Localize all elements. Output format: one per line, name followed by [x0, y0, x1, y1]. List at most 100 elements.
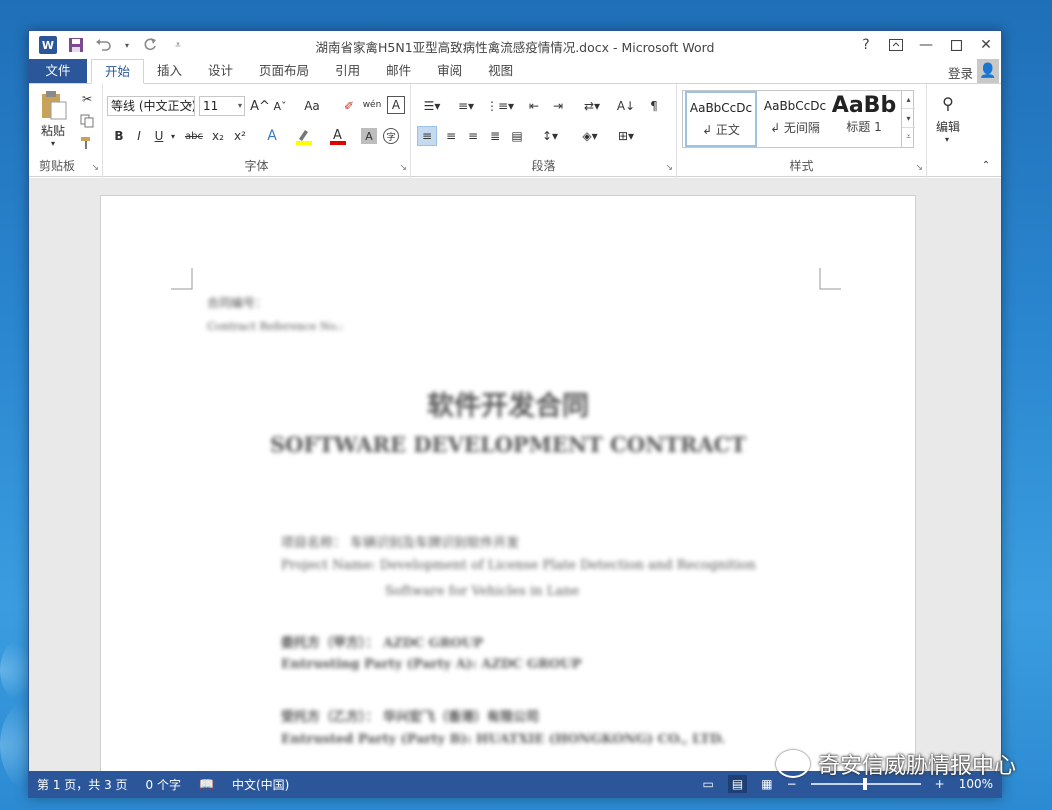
ribbon: 粘贴 ▾ ✂ 剪贴板 ↘ 等线 (中文正文) ▾ 11 ▾ A^ Aˇ Aa ✐ w	[29, 83, 1001, 178]
align-center-icon[interactable]: ≡	[441, 126, 461, 146]
binoculars-icon[interactable]: ⚲	[933, 90, 963, 116]
highlight-icon[interactable]	[293, 126, 315, 146]
chevron-down-icon: ▾	[237, 101, 242, 110]
styles-group: 样式 ↘	[677, 84, 927, 178]
borders-icon[interactable]: ⊞▾	[611, 126, 641, 146]
tab-design[interactable]: 设计	[195, 59, 246, 83]
superscript-button[interactable]: x²	[231, 126, 249, 146]
tab-mailings[interactable]: 邮件	[373, 59, 424, 83]
shrink-font-button[interactable]: Aˇ	[271, 96, 289, 116]
help-button[interactable]: ?	[851, 31, 881, 59]
shading-icon[interactable]: ◈▾	[575, 126, 605, 146]
character-border-button[interactable]: A	[387, 96, 405, 114]
avatar[interactable]: 👤	[977, 59, 999, 83]
editing-group: ⚲ 编辑 ▾	[927, 84, 971, 178]
cut-icon[interactable]: ✂	[77, 90, 97, 108]
document-page[interactable]: 合同编号： Contract Reference No.: 软件开发合同 SOF…	[100, 195, 916, 771]
page-count[interactable]: 第 1 页，共 3 页	[37, 776, 128, 793]
font-name-combo[interactable]: 等线 (中文正文) ▾	[107, 96, 195, 116]
font-size-combo[interactable]: 11 ▾	[199, 96, 245, 116]
decrease-indent-icon[interactable]: ⇤	[523, 96, 545, 116]
document-area[interactable]: 合同编号： Contract Reference No.: 软件开发合同 SOF…	[29, 178, 1001, 771]
svg-text:A: A	[333, 128, 342, 143]
italic-button[interactable]: I	[131, 126, 147, 146]
clipboard-launcher-icon[interactable]: ↘	[91, 163, 99, 173]
ribbon-tabs: 文件 开始 插入 设计 页面布局 引用 邮件 审阅 视图 登录 👤	[29, 59, 1001, 84]
numbering-icon[interactable]: ≡▾	[451, 96, 481, 116]
bullets-icon[interactable]: ☰▾	[417, 96, 447, 116]
clear-format-icon[interactable]: ✐	[339, 96, 359, 116]
word-count[interactable]: 0 个字	[146, 776, 181, 793]
text-effects-icon[interactable]: A	[261, 126, 283, 146]
chevron-down-icon[interactable]: ▾	[941, 134, 953, 144]
word-logo-icon[interactable]: W	[39, 36, 57, 54]
font-group: 等线 (中文正文) ▾ 11 ▾ A^ Aˇ Aa ✐ wén A B I U ▾ …	[103, 84, 411, 178]
proofing-icon[interactable]: 📖	[199, 777, 214, 791]
chevron-down-icon[interactable]: ▾	[169, 126, 177, 146]
party-b-en: Entrusted Party (Party B): HUATXIE (HONG…	[281, 732, 726, 747]
align-left-icon[interactable]: ≡	[417, 126, 437, 146]
read-mode-icon[interactable]: ▭	[703, 777, 714, 791]
editing-button[interactable]: 编辑	[929, 118, 967, 134]
undo-dropdown-icon[interactable]: ▾	[123, 36, 131, 54]
tab-insert[interactable]: 插入	[144, 59, 195, 83]
crop-mark-right	[819, 268, 841, 290]
align-right-icon[interactable]: ≡	[463, 126, 483, 146]
tab-home[interactable]: 开始	[91, 59, 145, 84]
web-layout-icon[interactable]: ▦	[761, 777, 772, 791]
styles-launcher-icon[interactable]: ↘	[915, 163, 923, 173]
increase-indent-icon[interactable]: ⇥	[547, 96, 569, 116]
justify-icon[interactable]: ≣	[485, 126, 505, 146]
chinese-layout-icon[interactable]: ⇄▾	[577, 96, 607, 116]
tab-review[interactable]: 审阅	[424, 59, 475, 83]
paragraph-label: 段落	[531, 159, 556, 173]
font-color-icon[interactable]: A	[327, 126, 349, 146]
underline-button[interactable]: U	[151, 126, 167, 146]
tab-file[interactable]: 文件	[29, 59, 87, 83]
paste-dropdown-icon[interactable]: ▾	[47, 138, 59, 148]
bold-button[interactable]: B	[111, 126, 127, 146]
wechat-logo-icon	[775, 750, 810, 778]
sort-icon[interactable]: A↓	[615, 96, 637, 116]
collapse-ribbon-icon[interactable]: ⌃	[979, 158, 993, 172]
character-shading-icon[interactable]: A	[361, 128, 377, 144]
customize-qat-icon[interactable]: ⩡	[169, 36, 187, 54]
grow-font-button[interactable]: A^	[250, 96, 270, 116]
phonetic-guide-button[interactable]: wén	[361, 94, 383, 116]
print-layout-icon[interactable]: ▤	[727, 775, 748, 793]
enclose-character-icon[interactable]: 字	[383, 128, 399, 144]
line-spacing-icon[interactable]: ↕▾	[535, 126, 565, 146]
format-painter-icon[interactable]	[77, 134, 97, 152]
save-icon[interactable]	[67, 36, 85, 54]
paste-icon[interactable]	[39, 90, 69, 120]
contract-ref-en: Contract Reference No.:	[207, 320, 344, 333]
paragraph-launcher-icon[interactable]: ↘	[665, 163, 673, 173]
font-launcher-icon[interactable]: ↘	[399, 163, 407, 173]
sign-in-link[interactable]: 登录	[948, 63, 973, 82]
undo-icon[interactable]	[95, 36, 113, 54]
copy-icon[interactable]	[77, 112, 97, 130]
subscript-button[interactable]: x₂	[209, 126, 227, 146]
close-icon[interactable]: ✕	[971, 31, 1001, 59]
show-marks-icon[interactable]: ¶	[643, 96, 665, 116]
zoom-slider[interactable]	[810, 778, 921, 790]
multilevel-list-icon[interactable]: ⋮≡▾	[485, 96, 515, 116]
distributed-icon[interactable]: ▤	[507, 126, 527, 146]
tab-layout[interactable]: 页面布局	[246, 59, 322, 83]
styles-label: 样式	[789, 159, 814, 173]
minimize-icon[interactable]: —	[911, 31, 941, 59]
language[interactable]: 中文(中国)	[232, 776, 289, 793]
tab-references[interactable]: 引用	[322, 59, 373, 83]
window-controls: ? — ✕	[851, 31, 1001, 59]
paragraph-group: ☰▾ ≡▾ ⋮≡▾ ⇤ ⇥ ⇄▾ A↓ ¶ ≡ ≡ ≡ ≣ ▤ ↕▾ ◈▾ ⊞▾…	[411, 84, 677, 178]
party-a-en: Entrusting Party (Party A): AZDC GROUP	[281, 657, 582, 672]
title-cn: 软件开发合同	[427, 391, 589, 422]
maximize-icon[interactable]	[941, 31, 971, 59]
change-case-button[interactable]: Aa	[299, 96, 325, 116]
chevron-down-icon: ▾	[187, 101, 192, 110]
strikethrough-button[interactable]: abc	[181, 126, 207, 146]
ribbon-display-options-icon[interactable]	[881, 31, 911, 59]
redo-icon[interactable]	[141, 36, 159, 54]
tab-view[interactable]: 视图	[475, 59, 526, 83]
paste-button[interactable]: 粘贴	[35, 122, 71, 138]
